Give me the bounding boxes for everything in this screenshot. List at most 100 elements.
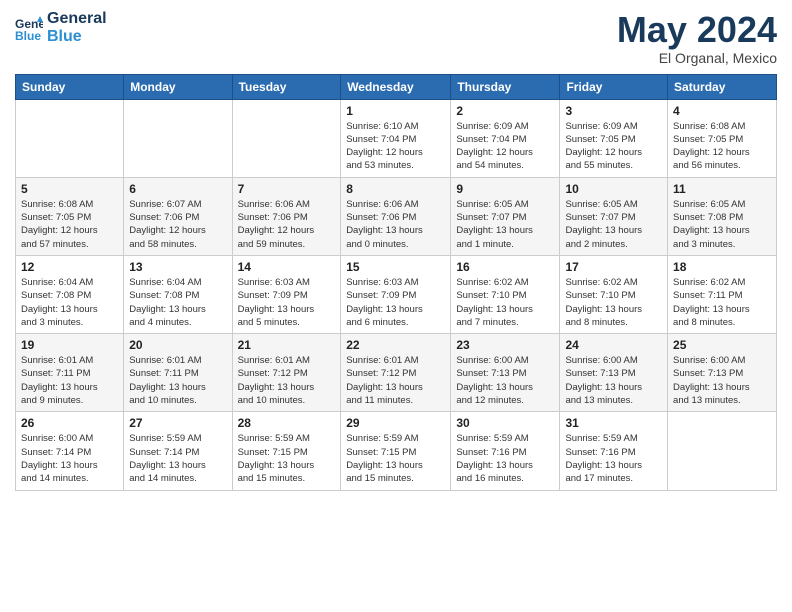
weekday-header-friday: Friday <box>560 74 668 99</box>
day-cell <box>232 99 341 177</box>
day-cell: 2 Sunrise: 6:09 AM Sunset: 7:04 PM Daylig… <box>451 99 560 177</box>
day-number: 7 <box>238 182 336 196</box>
weekday-header-tuesday: Tuesday <box>232 74 341 99</box>
day-info: Sunrise: 6:05 AM Sunset: 7:08 PM Dayligh… <box>673 198 771 251</box>
week-row-3: 12Sunrise: 6:04 AM Sunset: 7:08 PM Dayli… <box>16 255 777 333</box>
day-info: Sunrise: 6:09 AM Sunset: 7:05 PM Dayligh… <box>565 120 662 173</box>
header: General Blue General Blue May 2024 El Or… <box>15 10 777 66</box>
day-info: Sunrise: 6:00 AM Sunset: 7:13 PM Dayligh… <box>456 354 554 407</box>
day-number: 28 <box>238 416 336 430</box>
day-cell: 27 Sunrise: 5:59 AM Sunset: 7:14 PM Dayli… <box>124 412 232 490</box>
day-cell: 10 Sunrise: 6:05 AM Sunset: 7:07 PM Dayli… <box>560 177 668 255</box>
calendar-page: General Blue General Blue May 2024 El Or… <box>0 0 792 612</box>
day-cell: 31Sunrise: 5:59 AM Sunset: 7:16 PM Dayli… <box>560 412 668 490</box>
day-info: Sunrise: 6:08 AM Sunset: 7:05 PM Dayligh… <box>673 120 771 173</box>
day-info: Sunrise: 6:02 AM Sunset: 7:10 PM Dayligh… <box>456 276 554 329</box>
day-number: 31 <box>565 416 662 430</box>
logo-blue: Blue <box>47 28 107 46</box>
day-number: 29 <box>346 416 445 430</box>
day-info: Sunrise: 6:04 AM Sunset: 7:08 PM Dayligh… <box>21 276 118 329</box>
day-cell: 13Sunrise: 6:04 AM Sunset: 7:08 PM Dayli… <box>124 255 232 333</box>
day-number: 3 <box>565 104 662 118</box>
day-cell: 28Sunrise: 5:59 AM Sunset: 7:15 PM Dayli… <box>232 412 341 490</box>
day-cell <box>668 412 777 490</box>
day-number: 16 <box>456 260 554 274</box>
day-cell: 17Sunrise: 6:02 AM Sunset: 7:10 PM Dayli… <box>560 255 668 333</box>
day-info: Sunrise: 6:01 AM Sunset: 7:12 PM Dayligh… <box>238 354 336 407</box>
day-info: Sunrise: 6:01 AM Sunset: 7:11 PM Dayligh… <box>129 354 226 407</box>
day-number: 24 <box>565 338 662 352</box>
day-number: 27 <box>129 416 226 430</box>
day-cell: 26Sunrise: 6:00 AM Sunset: 7:14 PM Dayli… <box>16 412 124 490</box>
day-cell: 18 Sunrise: 6:02 AM Sunset: 7:11 PM Dayli… <box>668 255 777 333</box>
day-number: 20 <box>129 338 226 352</box>
day-number: 6 <box>129 182 226 196</box>
day-info: Sunrise: 6:03 AM Sunset: 7:09 PM Dayligh… <box>238 276 336 329</box>
day-number: 13 <box>129 260 226 274</box>
location: El Organal, Mexico <box>617 50 777 66</box>
day-info: Sunrise: 5:59 AM Sunset: 7:14 PM Dayligh… <box>129 432 226 485</box>
day-info: Sunrise: 6:02 AM Sunset: 7:10 PM Dayligh… <box>565 276 662 329</box>
day-number: 22 <box>346 338 445 352</box>
day-number: 19 <box>21 338 118 352</box>
day-cell: 14 Sunrise: 6:03 AM Sunset: 7:09 PM Dayli… <box>232 255 341 333</box>
day-info: Sunrise: 6:07 AM Sunset: 7:06 PM Dayligh… <box>129 198 226 251</box>
day-info: Sunrise: 6:08 AM Sunset: 7:05 PM Dayligh… <box>21 198 118 251</box>
day-cell: 20 Sunrise: 6:01 AM Sunset: 7:11 PM Dayli… <box>124 334 232 412</box>
month-title: May 2024 <box>617 10 777 50</box>
day-info: Sunrise: 6:09 AM Sunset: 7:04 PM Dayligh… <box>456 120 554 173</box>
day-info: Sunrise: 6:00 AM Sunset: 7:13 PM Dayligh… <box>673 354 771 407</box>
weekday-header-monday: Monday <box>124 74 232 99</box>
day-info: Sunrise: 5:59 AM Sunset: 7:15 PM Dayligh… <box>346 432 445 485</box>
day-info: Sunrise: 6:02 AM Sunset: 7:11 PM Dayligh… <box>673 276 771 329</box>
logo-general: General <box>47 10 107 28</box>
day-number: 14 <box>238 260 336 274</box>
weekday-header-row: SundayMondayTuesdayWednesdayThursdayFrid… <box>16 74 777 99</box>
day-cell: 8 Sunrise: 6:06 AM Sunset: 7:06 PM Daylig… <box>341 177 451 255</box>
title-block: May 2024 El Organal, Mexico <box>617 10 777 66</box>
day-cell: 23 Sunrise: 6:00 AM Sunset: 7:13 PM Dayli… <box>451 334 560 412</box>
calendar-table: SundayMondayTuesdayWednesdayThursdayFrid… <box>15 74 777 491</box>
day-number: 10 <box>565 182 662 196</box>
day-info: Sunrise: 6:03 AM Sunset: 7:09 PM Dayligh… <box>346 276 445 329</box>
day-cell: 29 Sunrise: 5:59 AM Sunset: 7:15 PM Dayli… <box>341 412 451 490</box>
day-number: 2 <box>456 104 554 118</box>
day-number: 23 <box>456 338 554 352</box>
week-row-4: 19 Sunrise: 6:01 AM Sunset: 7:11 PM Dayli… <box>16 334 777 412</box>
day-cell: 30Sunrise: 5:59 AM Sunset: 7:16 PM Dayli… <box>451 412 560 490</box>
day-number: 18 <box>673 260 771 274</box>
day-cell: 25 Sunrise: 6:00 AM Sunset: 7:13 PM Dayli… <box>668 334 777 412</box>
day-cell: 12Sunrise: 6:04 AM Sunset: 7:08 PM Dayli… <box>16 255 124 333</box>
day-info: Sunrise: 5:59 AM Sunset: 7:16 PM Dayligh… <box>456 432 554 485</box>
weekday-header-wednesday: Wednesday <box>341 74 451 99</box>
day-cell: 24 Sunrise: 6:00 AM Sunset: 7:13 PM Dayli… <box>560 334 668 412</box>
weekday-header-thursday: Thursday <box>451 74 560 99</box>
day-info: Sunrise: 6:05 AM Sunset: 7:07 PM Dayligh… <box>456 198 554 251</box>
day-cell: 9Sunrise: 6:05 AM Sunset: 7:07 PM Daylig… <box>451 177 560 255</box>
logo-icon: General Blue <box>15 14 43 42</box>
day-info: Sunrise: 6:06 AM Sunset: 7:06 PM Dayligh… <box>238 198 336 251</box>
day-info: Sunrise: 6:00 AM Sunset: 7:13 PM Dayligh… <box>565 354 662 407</box>
day-info: Sunrise: 6:01 AM Sunset: 7:12 PM Dayligh… <box>346 354 445 407</box>
day-cell: 19 Sunrise: 6:01 AM Sunset: 7:11 PM Dayli… <box>16 334 124 412</box>
day-cell <box>124 99 232 177</box>
week-row-1: 1 Sunrise: 6:10 AM Sunset: 7:04 PM Daylig… <box>16 99 777 177</box>
day-number: 1 <box>346 104 445 118</box>
day-info: Sunrise: 6:06 AM Sunset: 7:06 PM Dayligh… <box>346 198 445 251</box>
day-number: 25 <box>673 338 771 352</box>
day-cell: 11Sunrise: 6:05 AM Sunset: 7:08 PM Dayli… <box>668 177 777 255</box>
day-info: Sunrise: 6:01 AM Sunset: 7:11 PM Dayligh… <box>21 354 118 407</box>
day-cell <box>16 99 124 177</box>
day-cell: 3 Sunrise: 6:09 AM Sunset: 7:05 PM Daylig… <box>560 99 668 177</box>
day-info: Sunrise: 6:10 AM Sunset: 7:04 PM Dayligh… <box>346 120 445 173</box>
day-number: 8 <box>346 182 445 196</box>
weekday-header-sunday: Sunday <box>16 74 124 99</box>
day-info: Sunrise: 6:05 AM Sunset: 7:07 PM Dayligh… <box>565 198 662 251</box>
day-cell: 16 Sunrise: 6:02 AM Sunset: 7:10 PM Dayli… <box>451 255 560 333</box>
weekday-header-saturday: Saturday <box>668 74 777 99</box>
week-row-5: 26Sunrise: 6:00 AM Sunset: 7:14 PM Dayli… <box>16 412 777 490</box>
day-cell: 6 Sunrise: 6:07 AM Sunset: 7:06 PM Daylig… <box>124 177 232 255</box>
day-info: Sunrise: 6:00 AM Sunset: 7:14 PM Dayligh… <box>21 432 118 485</box>
day-cell: 21Sunrise: 6:01 AM Sunset: 7:12 PM Dayli… <box>232 334 341 412</box>
day-cell: 1 Sunrise: 6:10 AM Sunset: 7:04 PM Daylig… <box>341 99 451 177</box>
